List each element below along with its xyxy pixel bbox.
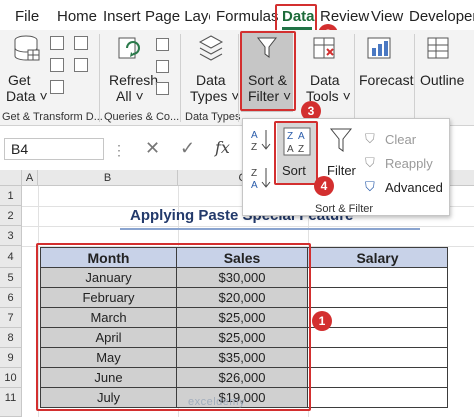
- data-types-label-2: Types ˅: [190, 88, 240, 104]
- step-badge-1: 1: [312, 311, 332, 331]
- watermark: exceldemy: [188, 396, 246, 408]
- group-queries-connections: Queries & Co...: [104, 111, 180, 123]
- selection-highlight: [36, 243, 311, 411]
- row-header-5[interactable]: 5: [0, 268, 22, 288]
- enter-icon[interactable]: ✓: [180, 138, 195, 159]
- clear-filter-icon: ⛉: [365, 131, 375, 146]
- name-box[interactable]: B4: [4, 138, 104, 160]
- from-text-icon[interactable]: [50, 36, 64, 50]
- cancel-icon[interactable]: ✕: [145, 138, 160, 159]
- row-header-2[interactable]: 2: [0, 206, 22, 226]
- salary-cell[interactable]: [308, 388, 448, 408]
- database-icon: [14, 35, 40, 61]
- row-header-6[interactable]: 6: [0, 288, 22, 308]
- row-header-1[interactable]: 1: [0, 186, 22, 206]
- filter-label[interactable]: Filter: [327, 163, 356, 178]
- queries-icon[interactable]: [156, 38, 169, 51]
- row-header-11[interactable]: 11: [0, 388, 22, 417]
- advanced-label[interactable]: Advanced: [385, 180, 443, 195]
- refresh-icon: [118, 37, 140, 59]
- sort-button-highlight: [274, 121, 318, 185]
- sort-filter-highlight: [240, 31, 296, 111]
- tab-file[interactable]: File: [15, 6, 39, 28]
- from-table-icon[interactable]: [50, 58, 64, 72]
- refresh-label-1: Refresh: [109, 72, 159, 88]
- row-header-10[interactable]: 10: [0, 368, 22, 388]
- sort-a-to-z-icon[interactable]: AZ: [251, 127, 273, 156]
- outline-button[interactable]: [426, 36, 452, 65]
- reapply-label[interactable]: Reapply: [385, 156, 433, 171]
- svg-text:Z: Z: [251, 142, 257, 153]
- filter-funnel-icon[interactable]: [329, 127, 353, 158]
- sort-filter-group-label: Sort & Filter: [315, 203, 374, 215]
- reapply-icon: ⛉: [365, 155, 375, 170]
- separator: [238, 34, 239, 122]
- data-types-icon: [198, 35, 224, 61]
- get-data-label-2: Data ˅: [6, 88, 48, 104]
- group-data-types: Data Types: [185, 111, 241, 123]
- gridline: [22, 226, 474, 227]
- step-badge-4: 4: [314, 176, 334, 196]
- data-tools-icon: [313, 37, 335, 59]
- ribbon-tab-bar: File Home Insert Page Layout Formulas Da…: [0, 0, 474, 30]
- salary-cell[interactable]: [308, 348, 448, 368]
- separator: [99, 34, 100, 122]
- tab-developer[interactable]: Developer: [409, 6, 474, 28]
- row-header-7[interactable]: 7: [0, 308, 22, 328]
- forecast-button[interactable]: [366, 36, 394, 65]
- tab-view[interactable]: View: [371, 6, 403, 28]
- data-types-label-1: Data: [196, 72, 226, 88]
- svg-text:A: A: [251, 180, 258, 191]
- sort-z-to-a-icon[interactable]: ZA: [251, 165, 273, 194]
- separator: [414, 34, 415, 122]
- existing-connections-icon[interactable]: [50, 80, 64, 94]
- tab-page-layout[interactable]: Page Layout: [145, 6, 210, 28]
- edit-links-icon[interactable]: [156, 82, 169, 95]
- from-web-icon[interactable]: [74, 36, 88, 50]
- row-header-3[interactable]: 3: [0, 226, 22, 246]
- svg-text:Z: Z: [251, 168, 257, 179]
- row-header-8[interactable]: 8: [0, 328, 22, 348]
- tab-formulas[interactable]: Formulas: [216, 6, 279, 28]
- separator: [180, 34, 181, 122]
- refresh-all-button[interactable]: [117, 36, 141, 65]
- data-tools-label-1: Data: [310, 72, 340, 88]
- column-header-b[interactable]: B: [38, 170, 178, 186]
- forecast-icon: [367, 37, 391, 59]
- name-box-more-icon: ⋮: [112, 142, 126, 158]
- forecast-label: Forecast: [359, 72, 414, 88]
- clear-label[interactable]: Clear: [385, 132, 416, 147]
- column-header-a[interactable]: A: [22, 170, 38, 186]
- outline-icon: [427, 37, 449, 59]
- tab-insert[interactable]: Insert: [103, 6, 141, 28]
- separator: [354, 34, 355, 122]
- ribbon: Get Data ˅ Get & Transform D... Refresh …: [0, 30, 474, 126]
- insert-function-icon[interactable]: fx: [215, 138, 230, 157]
- salary-cell[interactable]: [308, 368, 448, 388]
- group-get-transform: Get & Transform D...: [2, 111, 103, 123]
- salary-cell[interactable]: [308, 288, 448, 308]
- salary-cell[interactable]: [308, 268, 448, 288]
- svg-text:A: A: [251, 130, 258, 141]
- recent-sources-icon[interactable]: [74, 58, 88, 72]
- data-tools-button[interactable]: [312, 36, 338, 65]
- refresh-label-2: All ˅: [116, 88, 144, 104]
- header-salary[interactable]: Salary: [308, 247, 448, 268]
- row-header-4[interactable]: 4: [0, 246, 22, 268]
- get-data-button[interactable]: [12, 34, 40, 67]
- tab-home[interactable]: Home: [57, 6, 97, 28]
- row-header-9[interactable]: 9: [0, 348, 22, 368]
- advanced-filter-icon: ⛉: [365, 179, 375, 194]
- select-all-corner[interactable]: [0, 170, 22, 186]
- data-tab-highlight: [275, 4, 317, 32]
- get-data-label-1: Get: [8, 72, 31, 88]
- data-types-button[interactable]: [198, 34, 224, 67]
- title-underline: [120, 228, 420, 230]
- properties-icon[interactable]: [156, 60, 169, 73]
- salary-cell[interactable]: [308, 328, 448, 348]
- outline-label: Outline: [420, 72, 465, 88]
